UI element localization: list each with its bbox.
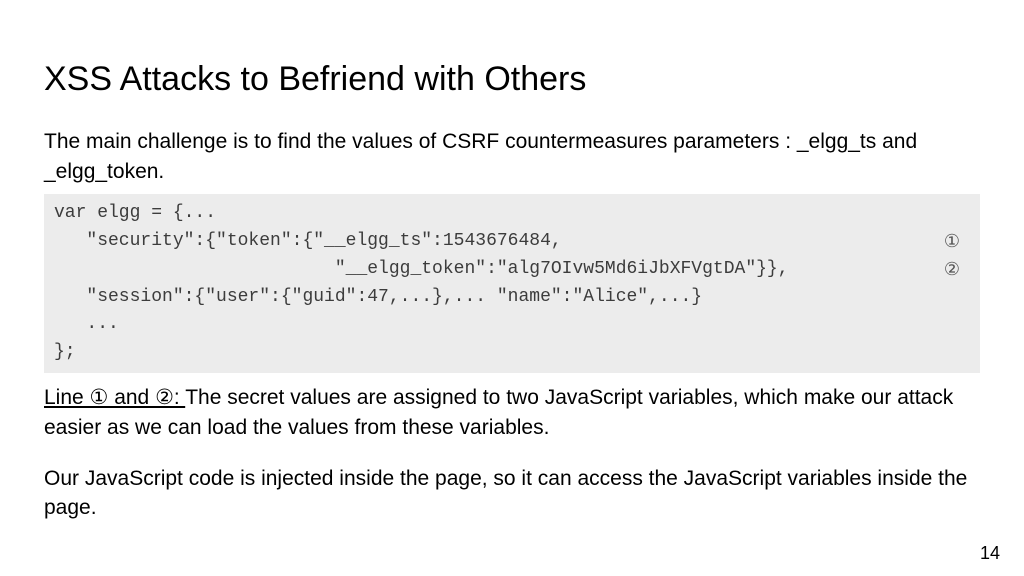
- code-line: "session":{"user":{"guid":47,...},... "n…: [54, 287, 702, 307]
- code-line: };: [54, 342, 76, 362]
- code-block: var elgg = {... "security":{"token":{"__…: [44, 194, 980, 373]
- code-line: "security":{"token":{"__elgg_ts":1543676…: [54, 231, 562, 251]
- page-title: XSS Attacks to Befriend with Others: [44, 60, 980, 99]
- intro-text: The main challenge is to find the values…: [44, 127, 980, 188]
- slide: XSS Attacks to Befriend with Others The …: [0, 0, 1024, 523]
- page-number: 14: [980, 543, 1000, 564]
- explanation-2: Our JavaScript code is injected inside t…: [44, 464, 980, 523]
- line-ref-label: Line ① and ②:: [44, 386, 185, 409]
- line-marker-2: ②: [944, 256, 960, 284]
- code-line: ...: [54, 314, 119, 334]
- explanation-1: Line ① and ②: The secret values are assi…: [44, 383, 980, 442]
- line-marker-1: ①: [944, 228, 960, 256]
- code-line: "__elgg_token":"alg7OIvw5Md6iJbXFVgtDA"}…: [54, 259, 789, 279]
- code-line: var elgg = {...: [54, 203, 216, 223]
